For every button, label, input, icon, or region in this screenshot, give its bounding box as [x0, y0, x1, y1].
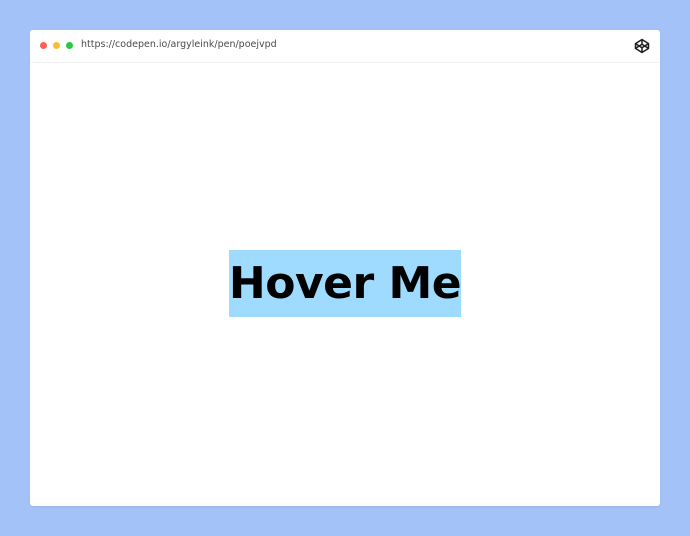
- address-bar-url[interactable]: https://codepen.io/argyleink/pen/poejvpd: [81, 39, 277, 51]
- codepen-icon[interactable]: [634, 38, 650, 54]
- minimize-window-button[interactable]: [53, 42, 60, 49]
- browser-titlebar: https://codepen.io/argyleink/pen/poejvpd: [30, 30, 660, 63]
- browser-window: https://codepen.io/argyleink/pen/poejvpd…: [30, 30, 660, 506]
- hover-me-text[interactable]: Hover Me: [229, 250, 462, 317]
- page-content: Hover Me: [30, 63, 660, 506]
- close-window-button[interactable]: [40, 42, 47, 49]
- maximize-window-button[interactable]: [66, 42, 73, 49]
